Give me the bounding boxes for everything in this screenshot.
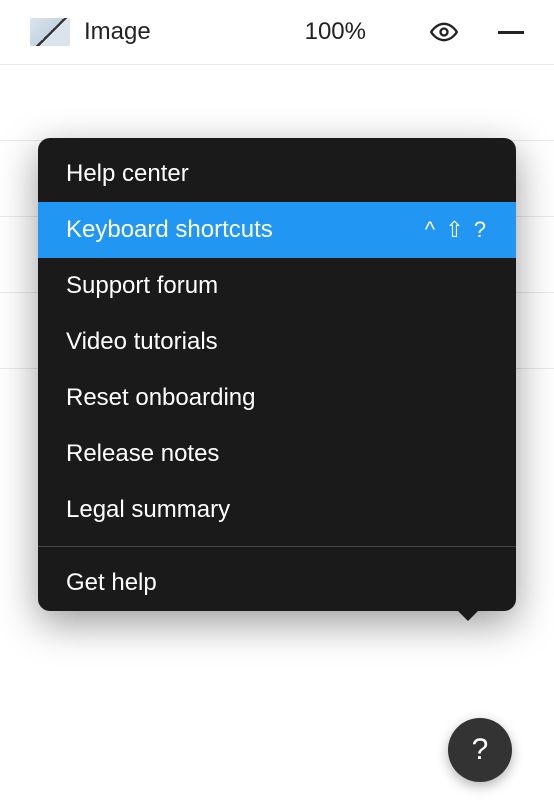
menu-item-shortcut: ^ ⇧ ? — [425, 217, 488, 243]
menu-item-legal-summary[interactable]: Legal summary — [38, 482, 516, 538]
menu-item-label: Support forum — [66, 272, 218, 300]
menu-item-reset-onboarding[interactable]: Reset onboarding — [38, 370, 516, 426]
menu-item-video-tutorials[interactable]: Video tutorials — [38, 314, 516, 370]
visibility-icon[interactable] — [430, 18, 458, 46]
menu-item-support-forum[interactable]: Support forum — [38, 258, 516, 314]
layer-row[interactable]: Image 100% — [0, 0, 554, 65]
help-fab-button[interactable]: ? — [448, 718, 512, 782]
menu-item-label: Help center — [66, 160, 189, 188]
menu-item-label: Legal summary — [66, 496, 230, 524]
menu-item-label: Reset onboarding — [66, 384, 255, 412]
menu-item-label: Video tutorials — [66, 328, 218, 356]
popover-arrow — [456, 609, 480, 621]
menu-item-keyboard-shortcuts[interactable]: Keyboard shortcuts ^ ⇧ ? — [38, 202, 516, 258]
menu-item-label: Release notes — [66, 440, 219, 468]
menu-item-get-help[interactable]: Get help — [38, 555, 516, 611]
section-row — [0, 65, 554, 141]
menu-item-label: Keyboard shortcuts — [66, 216, 273, 244]
menu-divider — [38, 546, 516, 547]
help-menu-popover: Help center Keyboard shortcuts ^ ⇧ ? Sup… — [38, 138, 516, 611]
collapse-minus-icon[interactable] — [498, 31, 524, 34]
menu-item-help-center[interactable]: Help center — [38, 138, 516, 202]
question-mark-icon: ? — [472, 733, 489, 767]
layer-opacity: 100% — [305, 18, 366, 46]
menu-item-label: Get help — [66, 569, 157, 597]
layer-name: Image — [84, 18, 291, 46]
menu-item-release-notes[interactable]: Release notes — [38, 426, 516, 482]
layer-thumbnail — [30, 18, 70, 46]
